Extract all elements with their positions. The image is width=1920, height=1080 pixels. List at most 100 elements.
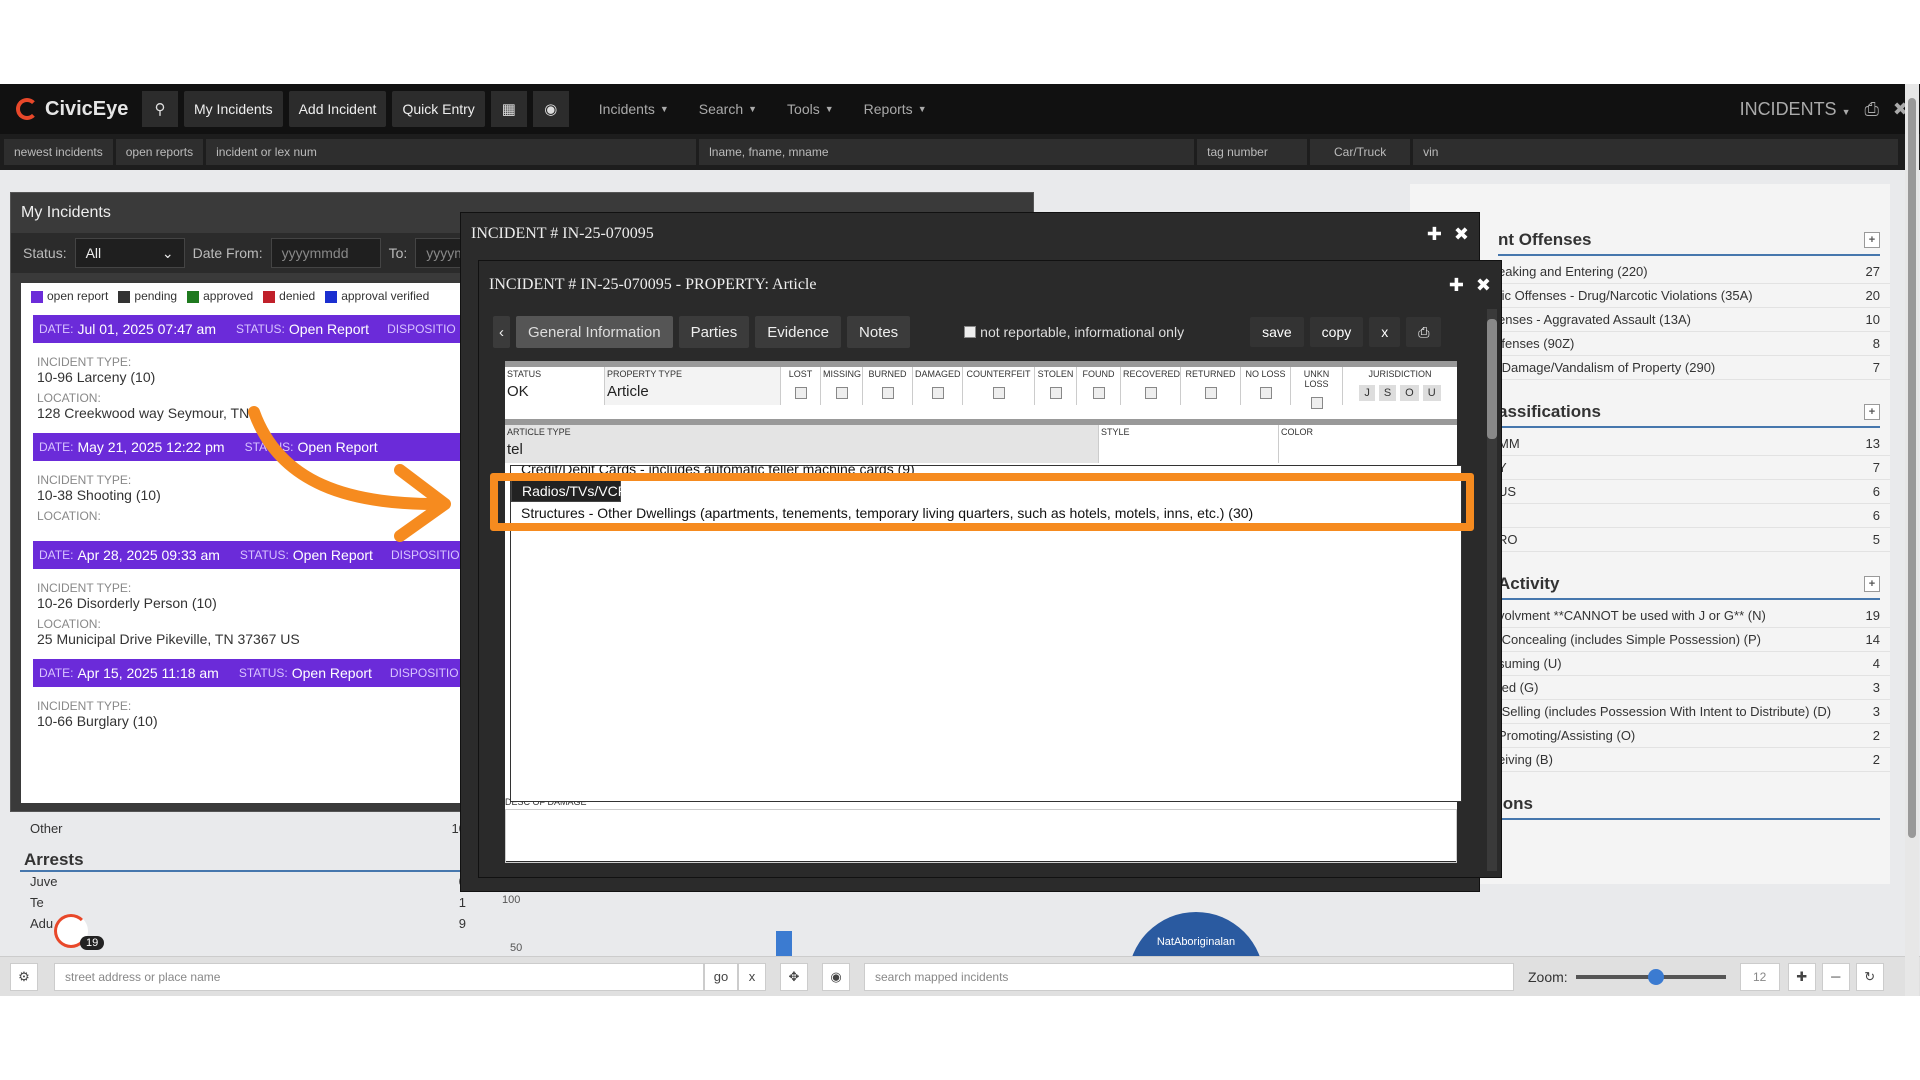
- open-reports-button[interactable]: open reports: [115, 139, 204, 165]
- expand-icon[interactable]: ✚: [1427, 224, 1442, 245]
- close-button[interactable]: x: [1369, 317, 1401, 347]
- list-item[interactable]: RO 5: [1498, 528, 1890, 552]
- expand-icon[interactable]: ✚: [1449, 275, 1464, 296]
- print-icon[interactable]: ⎙: [1406, 317, 1442, 347]
- list-item[interactable]: /Damage/Vandalism of Property (290) 7: [1498, 356, 1890, 380]
- list-item[interactable]: /Concealing (includes Simple Possession)…: [1498, 628, 1890, 652]
- flag-returned[interactable]: RETURNED: [1181, 367, 1241, 405]
- flag-found[interactable]: FOUND: [1077, 367, 1121, 405]
- print-icon[interactable]: ⎙: [1865, 99, 1879, 120]
- list-item[interactable]: 6: [1498, 504, 1890, 528]
- menu-tools[interactable]: Tools ▼: [787, 101, 834, 117]
- window-scrollbar[interactable]: [1487, 309, 1497, 871]
- menu-reports[interactable]: Reports ▼: [864, 101, 927, 117]
- add-incident-button[interactable]: Add Incident: [288, 91, 387, 127]
- mapped-incidents-search[interactable]: search mapped incidents: [864, 962, 1514, 991]
- jurisdiction-j-button[interactable]: J: [1359, 385, 1375, 401]
- search-icon[interactable]: ⚲: [142, 91, 178, 127]
- list-item[interactable]: /Selling (includes Possession With Inten…: [1498, 700, 1890, 724]
- flag-missing[interactable]: MISSING: [821, 367, 863, 405]
- page-scrollbar[interactable]: [1905, 84, 1919, 996]
- refresh-icon[interactable]: ↻: [1855, 962, 1884, 991]
- date-from-input[interactable]: yyyymmdd: [270, 238, 381, 268]
- flag-unkn-loss[interactable]: UNKN LOSS: [1291, 367, 1343, 409]
- status-field[interactable]: STATUS OK: [505, 367, 605, 405]
- map-pin-icon[interactable]: ◉: [532, 91, 569, 127]
- module-menu[interactable]: INCIDENTS ▼: [1740, 99, 1851, 120]
- menu-incidents[interactable]: Incidents ▼: [599, 101, 669, 117]
- close-icon[interactable]: ✖: [1476, 275, 1491, 296]
- desc-damage-field[interactable]: [505, 809, 1457, 863]
- list-item[interactable]: eiving (B) 2: [1498, 748, 1890, 772]
- list-item[interactable]: MM 13: [1498, 432, 1890, 456]
- color-field[interactable]: COLOR: [1279, 425, 1457, 463]
- article-type-field[interactable]: ARTICLE TYPE tel: [505, 425, 1099, 463]
- chevron-left-icon[interactable]: ‹: [493, 316, 510, 348]
- zoom-in-icon[interactable]: ✚: [1787, 962, 1816, 991]
- expand-icon[interactable]: +: [1864, 404, 1880, 420]
- flag-lost[interactable]: LOST: [781, 367, 821, 405]
- gear-icon[interactable]: ⚙: [10, 962, 38, 991]
- list-item[interactable]: ted (G) 3: [1498, 676, 1890, 700]
- name-search-input[interactable]: lname, fname, mname: [699, 139, 1195, 165]
- crosshair-icon[interactable]: ✥: [780, 962, 808, 991]
- zoom-out-icon[interactable]: ─: [1821, 962, 1850, 991]
- my-incidents-button[interactable]: My Incidents: [184, 91, 283, 127]
- flag-burned[interactable]: BURNED: [863, 367, 913, 405]
- list-item[interactable]: US 6: [1498, 480, 1890, 504]
- flag-stolen[interactable]: STOLEN: [1035, 367, 1077, 405]
- incident-card[interactable]: DATE: Apr 28, 2025 09:33 am STATUS: Open Re…: [21, 541, 471, 653]
- property-type-field[interactable]: PROPERTY TYPE Article: [605, 367, 781, 405]
- quick-entry-button[interactable]: Quick Entry: [392, 91, 485, 127]
- tag-number-input[interactable]: tag number: [1197, 139, 1308, 165]
- save-button[interactable]: save: [1250, 317, 1304, 347]
- list-item[interactable]: suming (U) 4: [1498, 652, 1890, 676]
- incident-card[interactable]: DATE: Apr 15, 2025 11:18 am STATUS: Open Re…: [21, 659, 471, 735]
- tab-general-information[interactable]: General Information: [516, 316, 673, 348]
- newest-incidents-button[interactable]: newest incidents: [4, 139, 113, 165]
- style-field[interactable]: STYLE: [1099, 425, 1279, 463]
- list-item[interactable]: ffenses (90Z) 8: [1498, 332, 1890, 356]
- list-item[interactable]: volvment **CANNOT be used with J or G** …: [1498, 604, 1890, 628]
- list-item[interactable]: Promoting/Assisting (O) 2: [1498, 724, 1890, 748]
- zoom-slider-thumb[interactable]: [1647, 968, 1664, 985]
- list-item[interactable]: tic Offenses - Drug/Narcotic Violations …: [1498, 284, 1890, 308]
- list-item[interactable]: eaking and Entering (220) 27: [1498, 260, 1890, 284]
- flag-damaged[interactable]: DAMAGED: [913, 367, 963, 405]
- menu-search[interactable]: Search ▼: [699, 101, 757, 117]
- jurisdiction-o-button[interactable]: O: [1400, 385, 1419, 401]
- tab-notes[interactable]: Notes: [846, 316, 911, 348]
- calculator-icon[interactable]: ▦: [490, 91, 527, 127]
- flag-counterfeit[interactable]: COUNTERFEIT: [963, 367, 1035, 405]
- go-button[interactable]: go: [704, 962, 738, 991]
- incident-number-input[interactable]: incident or lex num: [206, 139, 697, 165]
- scrollbar-thumb[interactable]: [1487, 319, 1497, 439]
- status-select[interactable]: All ⌄: [74, 238, 185, 268]
- scrollbar-thumb[interactable]: [1908, 98, 1916, 838]
- tab-evidence[interactable]: Evidence: [755, 316, 841, 348]
- vin-input[interactable]: vin: [1413, 139, 1899, 165]
- close-icon[interactable]: ✖: [1454, 224, 1469, 245]
- menu-incidents-label: Incidents: [598, 101, 655, 117]
- zoom-slider[interactable]: [1575, 968, 1726, 985]
- expand-icon[interactable]: +: [1864, 576, 1880, 592]
- not-reportable-checkbox[interactable]: not reportable, informational only: [964, 324, 1184, 340]
- jurisdiction-u-button[interactable]: U: [1422, 385, 1441, 401]
- jurisdiction-s-button[interactable]: S: [1378, 385, 1397, 401]
- flag-no-loss[interactable]: NO LOSS: [1241, 367, 1291, 405]
- map-pin-icon[interactable]: ◉: [822, 962, 850, 991]
- incident-status: Open Report: [291, 665, 372, 681]
- copy-button[interactable]: copy: [1309, 317, 1364, 347]
- flag-recovered[interactable]: RECOVERED: [1121, 367, 1181, 405]
- civiceye-logo[interactable]: CivicEye: [16, 98, 136, 121]
- clear-button[interactable]: x: [738, 962, 766, 991]
- incident-card-body: INCIDENT TYPE: 10-66 Burglary (10): [21, 687, 471, 735]
- expand-icon[interactable]: +: [1864, 232, 1880, 248]
- tab-parties[interactable]: Parties: [678, 316, 750, 348]
- zoom-level-input[interactable]: 12: [1739, 962, 1780, 991]
- vehicle-type-select[interactable]: Car/Truck: [1310, 139, 1411, 165]
- address-search-input[interactable]: street address or place name: [54, 962, 704, 991]
- list-item[interactable]: Y7: [1498, 456, 1890, 480]
- notification-badge: 19: [80, 936, 105, 950]
- list-item[interactable]: enses - Aggravated Assault (13A) 10: [1498, 308, 1890, 332]
